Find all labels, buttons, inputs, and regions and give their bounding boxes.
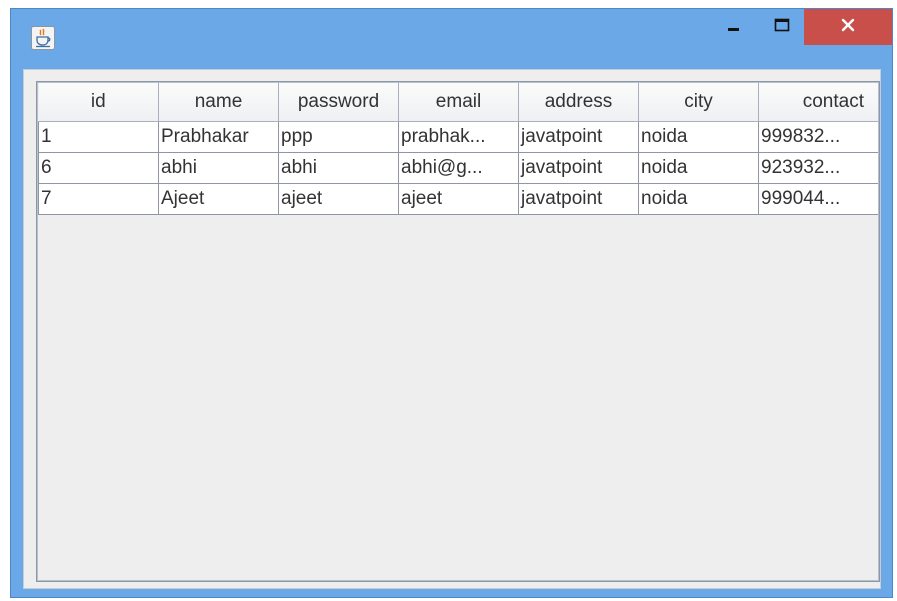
table-cell[interactable]: noida <box>638 152 759 184</box>
minimize-icon <box>727 18 741 37</box>
table-cell[interactable]: 923932... <box>758 152 879 184</box>
table-cell[interactable]: Ajeet <box>158 183 279 215</box>
table-cell[interactable]: javatpoint <box>518 152 639 184</box>
column-header-address[interactable]: address <box>518 83 639 122</box>
table-cell[interactable]: abhi@g... <box>398 152 519 184</box>
table-cell[interactable]: javatpoint <box>518 183 639 215</box>
column-header-contact[interactable]: contact <box>758 83 879 122</box>
column-header-email[interactable]: email <box>398 83 519 122</box>
column-header-city[interactable]: city <box>638 83 759 122</box>
table-cell[interactable]: javatpoint <box>518 121 639 153</box>
minimize-button[interactable] <box>711 9 757 45</box>
table-cell[interactable]: 1 <box>38 121 159 153</box>
title-bar[interactable] <box>11 9 892 67</box>
maximize-icon <box>774 18 790 37</box>
table-row[interactable]: 1 Prabhakar ppp prabhak... javatpoint no… <box>38 121 879 153</box>
table-cell[interactable]: ppp <box>278 121 399 153</box>
data-table: id name password email address city cont… <box>38 83 879 215</box>
close-icon <box>840 17 856 38</box>
column-header-name[interactable]: name <box>158 83 279 122</box>
table-cell[interactable]: 999832... <box>758 121 879 153</box>
column-header-id[interactable]: id <box>38 83 159 122</box>
app-window: id name password email address city cont… <box>10 8 893 598</box>
table-scroll-pane[interactable]: id name password email address city cont… <box>36 81 880 582</box>
table-cell[interactable]: Prabhakar <box>158 121 279 153</box>
table-row[interactable]: 7 Ajeet ajeet ajeet javatpoint noida 999… <box>38 183 879 215</box>
table-cell[interactable]: abhi <box>158 152 279 184</box>
table-cell[interactable]: noida <box>638 183 759 215</box>
table-cell[interactable]: 999044... <box>758 183 879 215</box>
column-header-password[interactable]: password <box>278 83 399 122</box>
table-cell[interactable]: noida <box>638 121 759 153</box>
table-cell[interactable]: abhi <box>278 152 399 184</box>
table-row[interactable]: 6 abhi abhi abhi@g... javatpoint noida 9… <box>38 152 879 184</box>
close-button[interactable] <box>804 9 892 45</box>
table-cell[interactable]: ajeet <box>278 183 399 215</box>
maximize-button[interactable] <box>759 9 805 45</box>
java-cup-icon[interactable] <box>31 26 55 50</box>
table-header-row: id name password email address city cont… <box>38 83 879 122</box>
table-cell[interactable]: 6 <box>38 152 159 184</box>
table-cell[interactable]: 7 <box>38 183 159 215</box>
content-panel: id name password email address city cont… <box>23 69 881 589</box>
table-cell[interactable]: prabhak... <box>398 121 519 153</box>
table-cell[interactable]: ajeet <box>398 183 519 215</box>
